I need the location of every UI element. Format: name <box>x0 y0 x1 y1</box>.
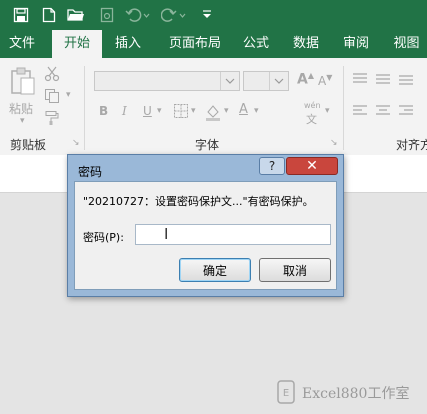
protection-message: "20210727：设置密码保护文..."有密码保护。 <box>83 195 314 208</box>
font-group-label: 字体 <box>195 138 220 152</box>
copy-icon[interactable] <box>44 88 60 107</box>
align-top-icon[interactable] <box>352 72 368 89</box>
password-input[interactable]: I <box>135 224 331 245</box>
open-folder-icon[interactable] <box>66 6 86 24</box>
copy-dropdown-icon[interactable]: ▾ <box>66 90 71 100</box>
chevron-down-icon <box>220 72 239 90</box>
tab-home[interactable]: 开始 <box>52 30 102 58</box>
fill-color-icon[interactable] <box>204 103 222 124</box>
cut-icon[interactable] <box>44 66 60 85</box>
tab-page-layout[interactable]: 页面布局 <box>160 30 230 58</box>
paste-button-label[interactable]: 粘贴 <box>9 100 33 117</box>
redo-icon[interactable] <box>160 6 188 24</box>
tab-review[interactable]: 审阅 <box>335 30 377 58</box>
watermark-logo-icon: E <box>276 379 298 408</box>
font-color-icon[interactable]: A <box>239 102 248 117</box>
bold-icon[interactable]: B <box>99 104 108 118</box>
clipboard-launcher-icon[interactable]: ↘ <box>72 138 80 148</box>
ribbon: 粘贴 ▾ ▾ 剪贴板 ↘ A▲ A▼ B I U ▾ ▾ ▾ A ▾ wén 文… <box>0 58 427 156</box>
underline-icon[interactable]: U <box>143 104 152 118</box>
paste-dropdown-icon[interactable]: ▾ <box>20 116 25 126</box>
tab-data[interactable]: 数据 <box>284 30 328 58</box>
group-separator <box>84 66 85 150</box>
print-preview-icon[interactable] <box>98 6 116 24</box>
watermark: E Excel880工作室 <box>276 379 409 407</box>
cancel-button[interactable]: 取消 <box>259 258 331 282</box>
chevron-down-icon <box>269 72 288 90</box>
font-size-combo[interactable] <box>243 71 289 91</box>
ribbon-tabs: 文件 开始 插入 页面布局 公式 数据 审阅 视图 <box>0 30 427 58</box>
password-dialog: 密码 ? ✕ "20210727：设置密码保护文..."有密码保护。 密码(P)… <box>67 154 344 297</box>
dialog-title: 密码 <box>78 165 103 179</box>
underline-dropdown-icon[interactable]: ▾ <box>157 106 162 116</box>
border-icon[interactable] <box>173 103 189 122</box>
align-center-icon[interactable] <box>375 104 391 121</box>
alignment-group-label: 对齐方 <box>396 138 427 152</box>
phonetic-label[interactable]: wén <box>304 101 321 110</box>
phonetic-dropdown-icon[interactable]: ▾ <box>325 106 330 116</box>
new-file-icon[interactable] <box>40 6 58 24</box>
paste-icon[interactable] <box>9 66 37 99</box>
text-cursor-icon: I <box>164 225 169 243</box>
ok-button[interactable]: 确定 <box>179 258 251 282</box>
tab-formulas[interactable]: 公式 <box>236 30 276 58</box>
watermark-text: Excel880工作室 <box>302 386 410 402</box>
tab-view[interactable]: 视图 <box>386 30 427 58</box>
svg-text:E: E <box>283 388 289 399</box>
undo-icon[interactable] <box>124 6 152 24</box>
italic-icon[interactable]: I <box>122 104 127 118</box>
help-button[interactable]: ? <box>259 157 285 175</box>
format-painter-icon[interactable] <box>44 110 60 129</box>
clipboard-group-label: 剪贴板 <box>10 138 47 152</box>
phonetic-icon[interactable]: 文 <box>306 111 317 127</box>
border-dropdown-icon[interactable]: ▾ <box>191 106 196 116</box>
title-bar <box>0 0 427 30</box>
align-bottom-icon[interactable] <box>398 72 414 89</box>
close-button[interactable]: ✕ <box>286 157 338 175</box>
align-left-icon[interactable] <box>352 104 368 121</box>
dialog-body: "20210727：设置密码保护文..."有密码保护。 密码(P): I 确定 … <box>74 181 337 290</box>
fill-dropdown-icon[interactable]: ▾ <box>224 106 229 116</box>
save-icon[interactable] <box>12 6 30 24</box>
customize-icon[interactable] <box>200 6 214 24</box>
group-separator <box>343 66 344 150</box>
decrease-font-icon[interactable]: A▼ <box>318 73 332 88</box>
password-label: 密码(P): <box>83 231 124 244</box>
increase-font-icon[interactable]: A▲ <box>297 71 314 88</box>
font-color-dropdown-icon[interactable]: ▾ <box>254 106 259 116</box>
tab-insert[interactable]: 插入 <box>106 30 150 58</box>
font-launcher-icon[interactable]: ↘ <box>330 138 338 148</box>
align-right-icon[interactable] <box>398 104 414 121</box>
font-name-combo[interactable] <box>94 71 240 91</box>
tab-file[interactable]: 文件 <box>0 30 44 58</box>
align-middle-icon[interactable] <box>375 72 391 89</box>
